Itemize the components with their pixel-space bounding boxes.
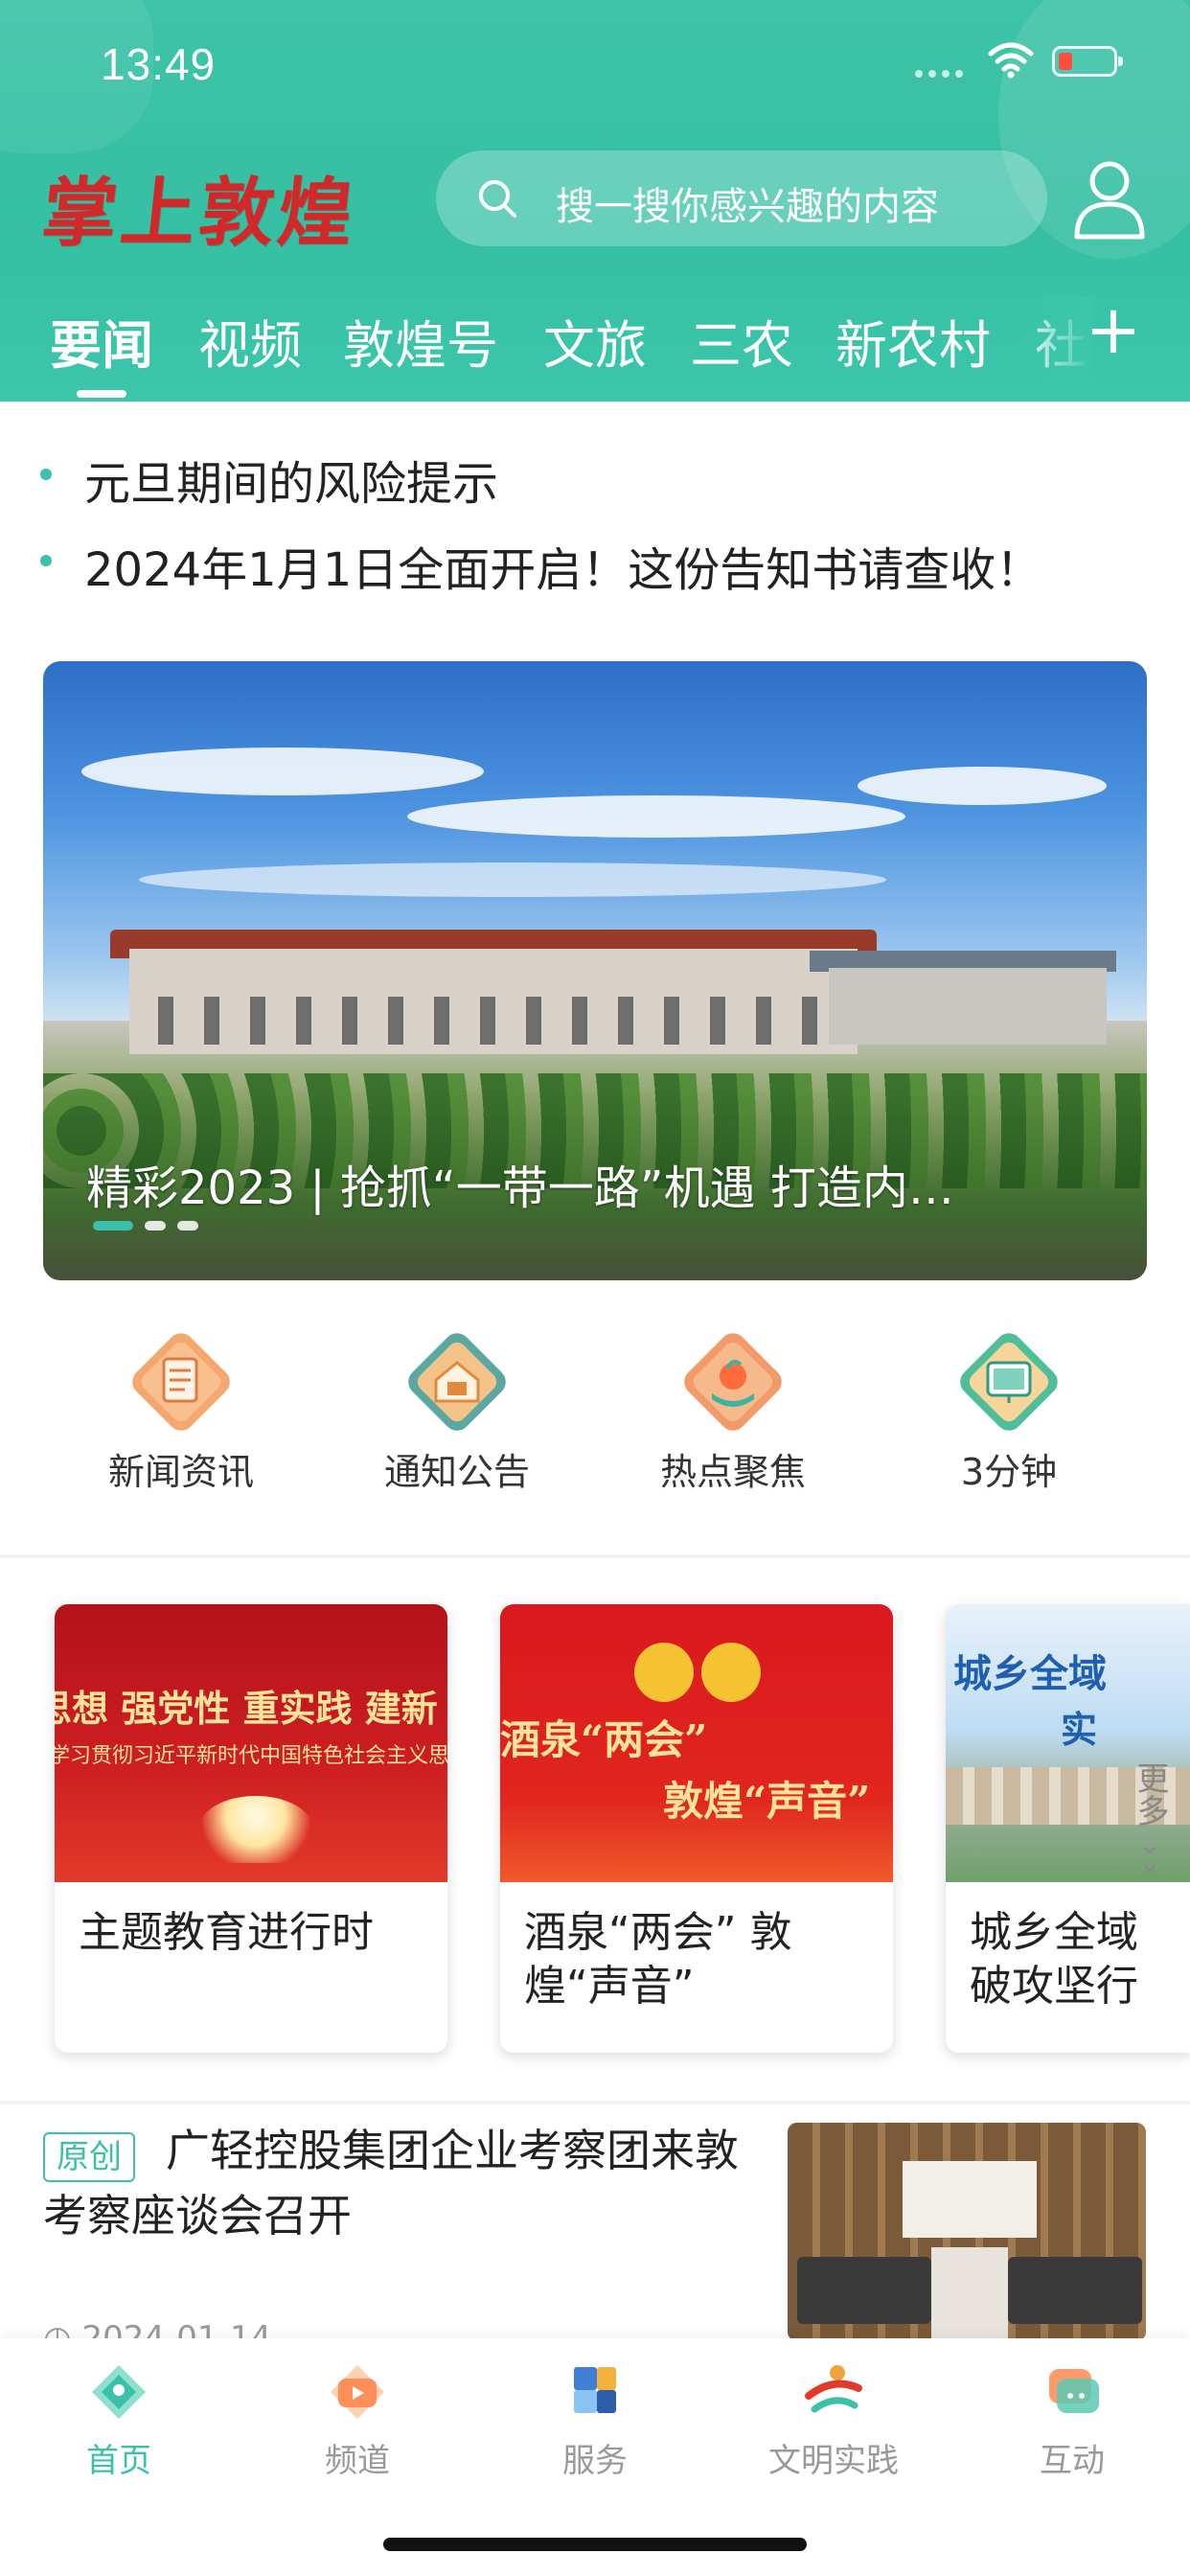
nav-service[interactable]: 服务 (518, 2358, 672, 2480)
notice-icon (408, 1333, 506, 1431)
tab-yaowen[interactable]: 要闻 (50, 303, 153, 379)
search-bar[interactable]: 搜一搜你感兴趣的内容 (436, 150, 1047, 246)
wifi-icon (988, 42, 1034, 79)
quick-link-hotspot[interactable]: 热点聚焦 (630, 1322, 806, 1495)
chevron-down-icon: ⌄ ⌄ (1138, 1828, 1161, 1879)
nav-civilization[interactable]: 文明实践 (757, 2358, 910, 2480)
quick-link-3min[interactable]: 3分钟 (906, 1322, 1079, 1495)
news-icon (132, 1333, 230, 1431)
search-placeholder: 搜一搜你感兴趣的内容 (556, 185, 939, 229)
card-image: 酒泉“两会” 敦煌“声音” (500, 1604, 893, 1882)
nav-label: 服务 (562, 2442, 628, 2480)
quick-link-label: 3分钟 (960, 1451, 1058, 1493)
ticker-text: 元旦期间的风险提示 (84, 457, 499, 511)
ticker-item[interactable]: 2024年1月1日全面开启！这份告知书请查收！ (0, 522, 1190, 599)
home-icon (92, 2365, 146, 2419)
card-image: 思想 强党性 重实践 建新 学习贯彻习近平新时代中国特色社会主义思 (55, 1604, 447, 1882)
nav-home[interactable]: 首页 (42, 2358, 195, 2480)
tab-dunhuanghao[interactable]: 敦煌号 (343, 303, 498, 379)
banner-carousel[interactable]: 精彩2023 | 抢抓“一带一路”机遇 打造内… (43, 661, 1147, 1280)
banner-caption: 精彩2023 | 抢抓“一带一路”机遇 打造内… (86, 1162, 954, 1215)
tv-icon (960, 1333, 1058, 1431)
card-title: 酒泉“两会” 敦煌“声音” (524, 1908, 792, 2011)
channel-tabs: 要闻 视频 敦煌号 文旅 三农 新农村 社 + (0, 296, 1190, 402)
section-divider (0, 1554, 1190, 1558)
active-tab-indicator (77, 390, 126, 398)
card-title: 主题教育进行时 (79, 1908, 374, 1957)
nav-label: 频道 (325, 2442, 390, 2480)
nav-channel[interactable]: 频道 (281, 2358, 434, 2480)
tab-new-countryside[interactable]: 新农村 (835, 303, 991, 379)
topic-card[interactable]: 酒泉“两会” 敦煌“声音” 酒泉“两会” 敦煌“声音” (500, 1604, 893, 2053)
more-link[interactable]: 更多 ⌄ ⌄ (1131, 1761, 1169, 1879)
interact-icon (1049, 2369, 1099, 2413)
signal-icon (915, 63, 973, 78)
carousel-indicator (145, 1221, 166, 1230)
ticker-item[interactable]: 元旦期间的风险提示 (0, 436, 1190, 513)
search-icon (479, 180, 516, 218)
hotspot-icon (684, 1333, 782, 1431)
channel-icon (331, 2365, 384, 2419)
section-divider (0, 2101, 1190, 2104)
carousel-indicator-active (93, 1221, 133, 1230)
civilization-icon (805, 2365, 862, 2413)
nav-interact[interactable]: 互动 (995, 2358, 1149, 2480)
tab-video[interactable]: 视频 (198, 303, 302, 379)
quick-link-notice[interactable]: 通知公告 (355, 1322, 530, 1495)
quick-link-label: 新闻资讯 (107, 1451, 254, 1493)
tab-sannong[interactable]: 三农 (690, 303, 793, 379)
more-label: 更多 (1131, 1761, 1169, 1827)
carousel-indicator (177, 1221, 198, 1230)
quick-link-label: 通知公告 (383, 1451, 530, 1493)
battery-icon (1052, 46, 1123, 77)
ticker-text: 2024年1月1日全面开启！这份告知书请查收！ (84, 543, 1042, 597)
app-header: 13:49 掌上敦煌 搜一搜你感兴趣的内容 要闻 视频 敦煌号 文旅 三农 新农… (0, 0, 1190, 402)
nav-label: 首页 (86, 2442, 151, 2480)
topic-card[interactable]: 思想 强党性 重实践 建新 学习贯彻习近平新时代中国特色社会主义思 主题教育进行… (55, 1604, 447, 2053)
quick-link-news[interactable]: 新闻资讯 (79, 1322, 254, 1495)
tab-culture-tourism[interactable]: 文旅 (543, 303, 647, 379)
status-time: 13:49 (101, 39, 217, 89)
user-profile-icon[interactable] (1071, 158, 1148, 241)
nav-label: 文明实践 (768, 2442, 899, 2480)
service-icon (574, 2367, 616, 2413)
home-indicator (383, 2538, 807, 2551)
nav-label: 互动 (1040, 2442, 1105, 2480)
quick-link-label: 热点聚焦 (659, 1451, 806, 1493)
article-thumbnail[interactable] (788, 2123, 1146, 2341)
article-title[interactable]: 广轻控股集团企业考察团来敦考察座谈会召开 (43, 2118, 771, 2248)
add-channel-icon[interactable]: + (1081, 296, 1146, 364)
app-logo: 掌上敦煌 (37, 170, 362, 257)
card-title: 城乡全域 破攻坚行 (970, 1908, 1138, 2011)
